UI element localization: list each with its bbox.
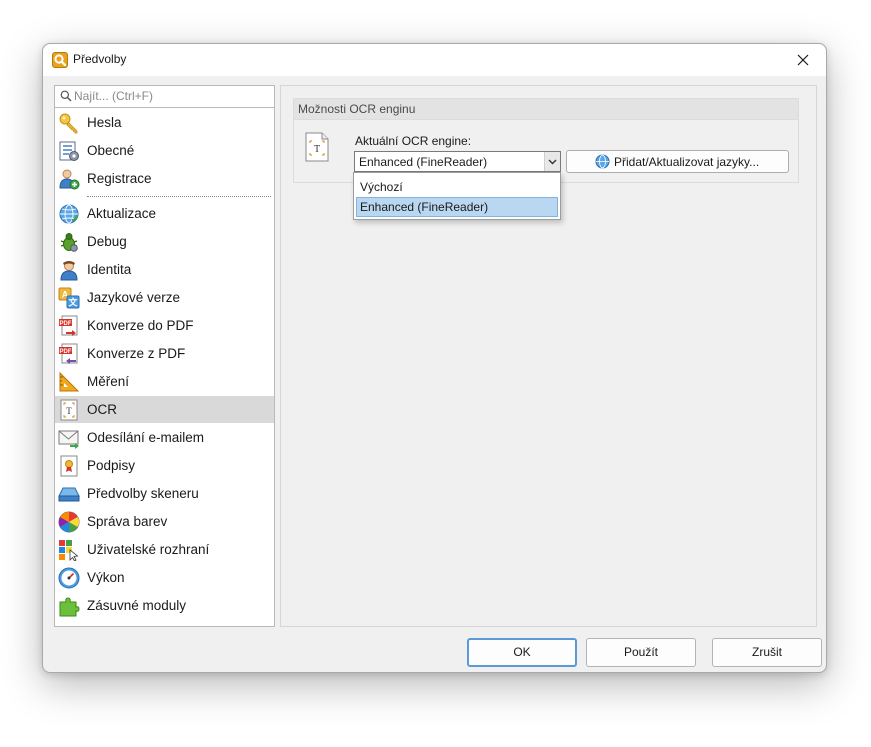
- svg-text:文: 文: [67, 297, 78, 308]
- sidebar-item-label: Hesla: [87, 115, 122, 130]
- sidebar-item-label: Identita: [87, 262, 132, 277]
- color-wheel-icon: [58, 511, 80, 533]
- sidebar-item-label: Předvolby skeneru: [87, 486, 199, 501]
- svg-text:PDF: PDF: [60, 349, 72, 355]
- chevron-down-icon: [548, 159, 557, 165]
- cancel-label: Zrušit: [752, 645, 782, 659]
- sidebar-item-label: Obecné: [87, 143, 135, 158]
- sidebar-item-ocr[interactable]: T OCR: [55, 396, 274, 423]
- add-update-languages-button[interactable]: Přidat/Aktualizovat jazyky...: [566, 150, 789, 173]
- globe-update-icon: [58, 203, 80, 225]
- preferences-dialog: Předvolby Hesla: [42, 43, 827, 673]
- add-languages-label: Přidat/Aktualizovat jazyky...: [614, 155, 760, 169]
- sidebar-item-obecne[interactable]: Obecné: [55, 137, 274, 164]
- sidebar-item-podpisy[interactable]: Podpisy: [55, 452, 274, 479]
- convert-to-pdf-icon: PDF: [58, 315, 80, 337]
- convert-from-pdf-icon: PDF: [58, 343, 80, 365]
- title-bar: Předvolby: [43, 44, 826, 76]
- sidebar-item-label: Konverze do PDF: [87, 318, 194, 333]
- dropdown-option-vychozi[interactable]: Výchozí: [356, 177, 558, 197]
- sidebar-item-label: OCR: [87, 402, 117, 417]
- svg-text:T: T: [66, 406, 72, 416]
- settings-content: Možnosti OCR enginu T Aktuální OCR engin…: [280, 85, 817, 627]
- sidebar-item-predvolby-skeneru[interactable]: Předvolby skeneru: [55, 480, 274, 507]
- globe-icon: [595, 154, 610, 169]
- puzzle-icon: [58, 595, 80, 617]
- sidebar-item-vykon[interactable]: Výkon: [55, 564, 274, 591]
- sidebar-item-zasuvne-moduly[interactable]: Zásuvné moduly: [55, 592, 274, 619]
- search-box: [55, 86, 274, 108]
- apply-label: Použít: [623, 645, 659, 659]
- window-title: Předvolby: [73, 52, 127, 66]
- ok-button[interactable]: OK: [467, 638, 577, 667]
- ocr-document-icon: T: [304, 132, 330, 162]
- sidebar-item-label: Jazykové verze: [87, 290, 181, 305]
- sidebar-item-mereni[interactable]: Měření: [55, 368, 274, 395]
- ocr-engine-select[interactable]: Enhanced (FineReader): [354, 151, 561, 172]
- sidebar-item-sprava-barev[interactable]: Správa barev: [55, 508, 274, 535]
- ocr-engine-dropdown-list: Výchozí Enhanced (FineReader): [353, 172, 561, 220]
- dropdown-option-enhanced[interactable]: Enhanced (FineReader): [356, 197, 558, 217]
- ok-label: OK: [513, 645, 531, 659]
- sidebar-item-aktualizace[interactable]: Aktualizace: [55, 200, 274, 227]
- option-label: Výchozí: [360, 180, 403, 194]
- sidebar-item-debug[interactable]: Debug: [55, 228, 274, 255]
- ruler-icon: [58, 371, 80, 393]
- general-settings-icon: [58, 140, 80, 162]
- key-icon: [58, 112, 80, 134]
- selected-engine-value: Enhanced (FineReader): [359, 155, 488, 169]
- sidebar-item-konverze-z-pdf[interactable]: PDF Konverze z PDF: [55, 340, 274, 367]
- app-logo-icon: [52, 52, 68, 68]
- sidebar-item-label: Odesílání e-mailem: [87, 430, 205, 445]
- bug-icon: [58, 231, 80, 253]
- sidebar-item-label: Výkon: [87, 570, 125, 585]
- sidebar-item-label: Registrace: [87, 171, 152, 186]
- ui-cursor-icon: [58, 539, 80, 562]
- scanner-icon: [58, 483, 80, 505]
- sidebar-item-konverze-do-pdf[interactable]: PDF Konverze do PDF: [55, 312, 274, 339]
- sidebar-item-label: Zásuvné moduly: [87, 598, 187, 613]
- sidebar-item-odesilani-e-mailem[interactable]: Odesílání e-mailem: [55, 424, 274, 451]
- svg-text:T: T: [314, 144, 320, 155]
- sidebar-item-label: Aktualizace: [87, 206, 157, 221]
- person-icon: [58, 259, 80, 281]
- sidebar-item-uzivatelske-rozhrani[interactable]: Uživatelské rozhraní: [55, 536, 274, 563]
- option-label: Enhanced (FineReader): [360, 200, 489, 214]
- sidebar-item-jazykove-verze[interactable]: A 文 Jazykové verze: [55, 284, 274, 311]
- sidebar-item-label: Debug: [87, 234, 127, 249]
- user-add-icon: [58, 168, 80, 190]
- category-list: Hesla Obecné: [54, 85, 275, 627]
- group-title: Možnosti OCR enginu: [298, 102, 416, 116]
- group-header: Možnosti OCR enginu: [294, 99, 798, 120]
- sidebar-item-label: Uživatelské rozhraní: [87, 542, 210, 557]
- sidebar-separator: [87, 196, 271, 197]
- apply-button[interactable]: Použít: [586, 638, 696, 667]
- engine-label: Aktuální OCR engine:: [355, 134, 472, 148]
- sidebar-item-label: Konverze z PDF: [87, 346, 186, 361]
- close-button[interactable]: [780, 44, 826, 76]
- sidebar-item-identita[interactable]: Identita: [55, 256, 274, 283]
- close-icon: [797, 54, 809, 66]
- sidebar-item-label: Měření: [87, 374, 130, 389]
- search-input[interactable]: [74, 87, 264, 105]
- gauge-icon: [58, 567, 80, 589]
- dropdown-arrow[interactable]: [544, 152, 560, 171]
- signature-icon: [58, 455, 80, 477]
- sidebar-item-registrace[interactable]: Registrace: [55, 165, 274, 192]
- sidebar-item-label: Správa barev: [87, 514, 168, 529]
- language-icon: A 文: [58, 287, 80, 309]
- email-icon: [58, 427, 80, 449]
- ocr-engine-group: Možnosti OCR enginu T Aktuální OCR engin…: [293, 98, 799, 183]
- sidebar-item-hesla[interactable]: Hesla: [55, 109, 274, 136]
- svg-text:PDF: PDF: [60, 321, 72, 327]
- ocr-icon: T: [58, 399, 80, 421]
- sidebar-item-label: Podpisy: [87, 458, 136, 473]
- search-icon: [60, 90, 72, 102]
- cancel-button[interactable]: Zrušit: [712, 638, 822, 667]
